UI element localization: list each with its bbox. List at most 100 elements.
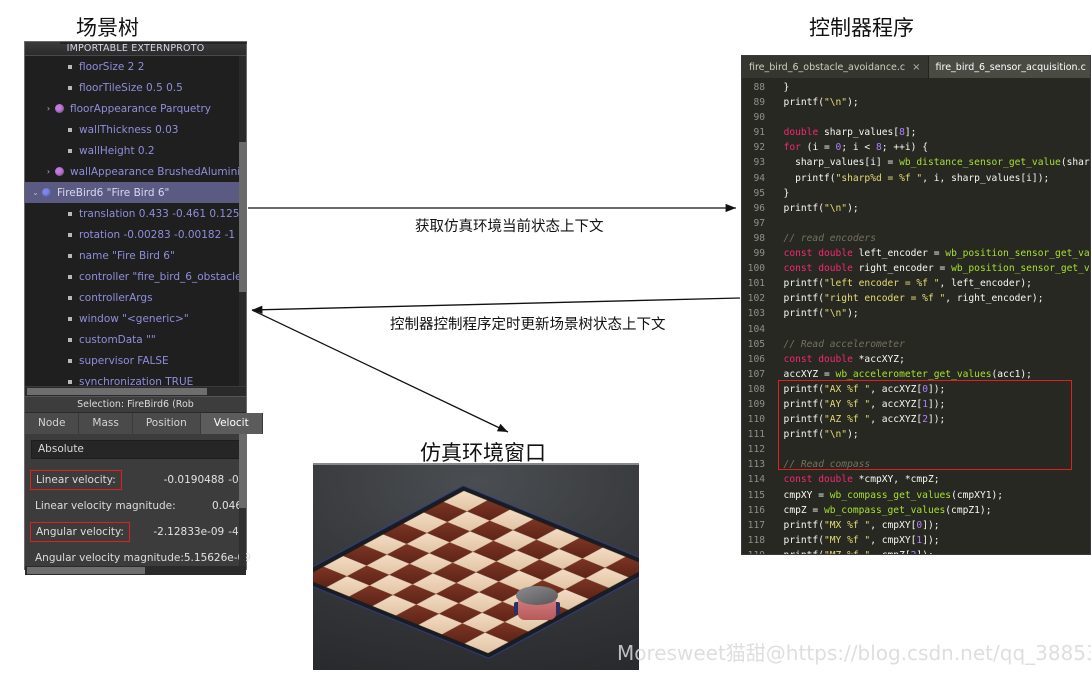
code-line: 104: [742, 322, 1090, 337]
node-bullet-icon: [42, 188, 51, 197]
line-number: 111: [747, 429, 765, 441]
line-number: 105: [747, 338, 765, 350]
selection-tabs[interactable]: Node Mass Position Velocit: [25, 413, 263, 434]
code-line: 105 // Read accelerometer: [742, 337, 1090, 352]
code-line-text: const double right_encoder = wb_position…: [783, 263, 1090, 275]
line-number: 100: [747, 263, 765, 275]
velocity-vertical-scrollbar[interactable]: [239, 434, 246, 566]
field-bullet-icon: [68, 316, 72, 321]
velocity-horizontal-scrollbar[interactable]: [25, 566, 246, 575]
editor-tab[interactable]: fire_bird_6_obstacle_avoidance.c ×: [742, 56, 929, 78]
code-line: 119 printf("MZ %f ", cmpZ[2]);: [742, 548, 1090, 554]
arrow-top-label: 获取仿真环境当前状态上下文: [415, 219, 604, 235]
close-icon[interactable]: ×: [912, 62, 920, 73]
velocity-value-primary: -2.12833e-09: [153, 526, 225, 538]
watermark-text: Moresweet猫甜@https://blog.csdn.net/qq_388…: [617, 641, 1091, 665]
tree-row-label: supervisor FALSE: [79, 354, 169, 367]
code-line: 111 printf("\n");: [742, 427, 1090, 442]
line-number: 104: [747, 323, 765, 335]
tree-body[interactable]: floorSize 2 2 floorTileSize 0.5 0.5 › floor…: [25, 56, 246, 386]
tree-row[interactable]: name "Fire Bird 6": [25, 245, 246, 266]
field-bullet-icon: [68, 85, 72, 90]
code-line: 95 }: [742, 186, 1090, 201]
code-line: 113 // Read compass: [742, 457, 1090, 472]
tree-row[interactable]: wallHeight 0.2: [25, 140, 246, 161]
field-bullet-icon: [68, 232, 72, 237]
chevron-right-icon[interactable]: ›: [42, 104, 55, 113]
velocity-field-row: Angular velocity: -2.12833e-09 -4.: [25, 519, 246, 545]
code-line: 117 printf("MX %f ", cmpXY[0]);: [742, 518, 1090, 533]
arrow-bottom-label: 控制器控制程序定时更新场景树状态上下文: [390, 317, 666, 333]
line-number: 114: [747, 474, 765, 486]
scene-tree-title: 场景树: [76, 16, 139, 40]
frame-select[interactable]: Absolute: [31, 440, 240, 459]
editor-tab-bar[interactable]: fire_bird_6_obstacle_avoidance.c × fire_bi…: [742, 56, 1090, 78]
chevron-down-icon[interactable]: ⌄: [29, 188, 42, 197]
tree-row[interactable]: › wallAppearance BrushedAluminium: [25, 161, 246, 182]
code-line: 92 for (i = 0; i < 8; ++i) {: [742, 140, 1090, 155]
field-bullet-icon: [68, 358, 72, 363]
line-number: 91: [753, 127, 765, 139]
code-line: 96 printf("\n");: [742, 201, 1090, 216]
line-number: 118: [747, 534, 765, 546]
chevron-right-icon[interactable]: ›: [42, 167, 55, 176]
tree-row[interactable]: customData "": [25, 329, 246, 350]
field-bullet-icon: [68, 148, 72, 153]
tree-row-label: floorAppearance Parquetry: [70, 102, 212, 115]
tree-row[interactable]: › floorAppearance Parquetry: [25, 98, 246, 119]
tree-vertical-scrollbar[interactable]: [239, 56, 246, 386]
tree-row[interactable]: controller "fire_bird_6_obstacle_avoida: [25, 266, 246, 287]
tree-row[interactable]: rotation -0.00283 -0.00182 -1 2: [25, 224, 246, 245]
velocity-field-row: Linear velocity magnitude: 0.046: [25, 493, 246, 519]
tree-row[interactable]: synchronization TRUE: [25, 371, 246, 386]
code-line-text: printf("\n");: [772, 202, 859, 214]
line-number: 92: [753, 142, 765, 154]
tab-node[interactable]: Node: [25, 413, 80, 434]
tree-row[interactable]: floorTileSize 0.5 0.5: [25, 77, 246, 98]
code-line-text: printf("\n");: [772, 308, 859, 320]
velocity-value-primary: -0.0190488: [163, 474, 225, 486]
velocity-field-label: Linear velocity:: [30, 470, 122, 490]
tree-vertical-scroll-thumb[interactable]: [239, 142, 246, 292]
code-line: 118 printf("MY %f ", cmpXY[1]);: [742, 533, 1090, 548]
velocity-horizontal-scroll-thumb[interactable]: [27, 567, 145, 574]
code-line: 99 const double left_encoder = wb_positi…: [742, 246, 1090, 261]
code-line: 112: [742, 442, 1090, 457]
tree-row[interactable]: window "<generic>": [25, 308, 246, 329]
code-line-text: printf("\n");: [772, 97, 859, 109]
code-line: 110 printf("AZ %f ", accXYZ[2]);: [742, 412, 1090, 427]
code-line-text: }: [772, 82, 790, 93]
tree-row[interactable]: controllerArgs: [25, 287, 246, 308]
tab-mass[interactable]: Mass: [79, 413, 133, 434]
tree-horizontal-scrollbar[interactable]: [25, 386, 246, 396]
tab-velocit[interactable]: Velocit: [200, 413, 263, 434]
tree-row[interactable]: supervisor FALSE: [25, 350, 246, 371]
tree-row[interactable]: translation 0.433 -0.461 0.125: [25, 203, 246, 224]
code-editor-panel[interactable]: fire_bird_6_obstacle_avoidance.c × fire_bi…: [741, 55, 1091, 555]
tree-horizontal-scroll-thumb[interactable]: [27, 388, 207, 395]
simulation-viewport[interactable]: [313, 465, 639, 670]
field-bullet-icon: [68, 64, 72, 69]
code-line: 90: [742, 110, 1090, 125]
velocity-scroll-thumb[interactable]: [239, 434, 246, 508]
editor-tab[interactable]: fire_bird_6_sensor_acquisition.c×: [928, 56, 1090, 78]
tab-position[interactable]: Position: [132, 413, 201, 434]
line-number: 113: [747, 459, 765, 471]
tree-row-label: wallHeight 0.2: [79, 144, 155, 157]
tree-row[interactable]: wallThickness 0.03: [25, 119, 246, 140]
tree-row-label: controllerArgs: [79, 291, 153, 304]
code-line-text: printf("AX %f ", accXYZ[0]);: [772, 383, 946, 395]
tree-row-label: FireBird6 "Fire Bird 6": [57, 186, 170, 199]
scene-tree-panel[interactable]: IMPORTABLE EXTERNPROTO floorSize 2 2 floo…: [24, 41, 263, 575]
tree-row[interactable]: ⌄ FireBird6 "Fire Bird 6": [25, 182, 246, 203]
arena-floor: [313, 490, 639, 653]
tree-row-label: floorTileSize 0.5 0.5: [79, 81, 183, 94]
tree-row[interactable]: floorSize 2 2: [25, 56, 246, 77]
velocity-panel[interactable]: Absolute Linear velocity: -0.0190488 -0. Li…: [25, 434, 251, 575]
line-number: 108: [747, 383, 765, 395]
code-line-text: const double *accXYZ;: [783, 353, 905, 365]
controller-program-title: 控制器程序: [809, 16, 914, 40]
arrow-controller-to-scene: [251, 297, 741, 314]
code-line: 98 // read encoders: [742, 231, 1090, 246]
code-area[interactable]: 88 } 89 printf("\n"); 90 91 double sharp_va…: [742, 78, 1090, 554]
